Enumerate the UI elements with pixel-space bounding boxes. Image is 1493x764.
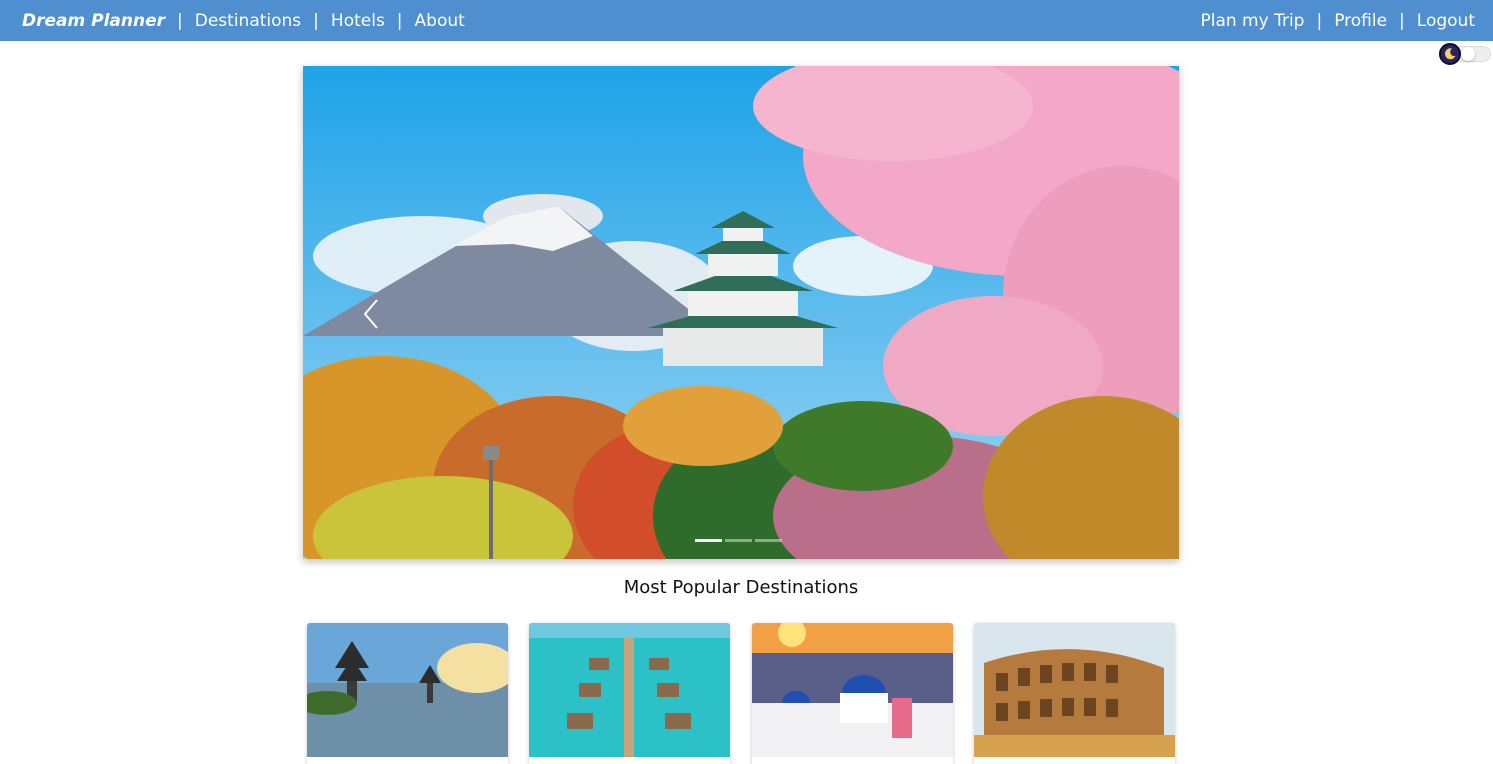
toggle-knob [1461, 47, 1475, 61]
destination-card-rome[interactable] [974, 623, 1175, 764]
colosseum-image [974, 623, 1175, 757]
santorini-image [752, 623, 953, 757]
nav-link-profile[interactable]: Profile [1334, 11, 1387, 31]
dark-mode-toggle[interactable] [1439, 43, 1491, 65]
bali-temple-image [307, 623, 508, 757]
nav-separator: | [1399, 10, 1405, 31]
carousel-indicator-3[interactable] [755, 539, 782, 542]
destination-card-santorini[interactable] [752, 623, 953, 764]
nav-separator: | [396, 10, 403, 31]
popular-destinations-title: Most Popular Destinations [623, 577, 859, 598]
carousel-indicators [695, 539, 785, 542]
japan-castle-slide-image [303, 66, 1179, 559]
destination-card-maldives[interactable] [529, 623, 730, 764]
carousel-indicator-1[interactable] [695, 539, 722, 542]
brand-logo-link[interactable]: Dream Planner [22, 11, 165, 31]
hero-carousel [303, 66, 1179, 559]
nav-link-hotels[interactable]: Hotels [331, 11, 385, 31]
moon-icon [1439, 43, 1461, 65]
nav-separator: | [177, 10, 183, 31]
carousel-prev-chevron-left-icon[interactable] [359, 294, 383, 334]
nav-link-plan-my-trip[interactable]: Plan my Trip [1200, 11, 1304, 31]
nav-link-about[interactable]: About [415, 11, 465, 31]
nav-link-destinations[interactable]: Destinations [195, 11, 301, 31]
carousel-indicator-2[interactable] [725, 539, 752, 542]
nav-left: Dream Planner | Destinations | Hotels | … [22, 11, 465, 31]
nav-separator: | [1316, 10, 1323, 31]
navbar: Dream Planner | Destinations | Hotels | … [0, 0, 1493, 41]
nav-separator: | [313, 10, 319, 31]
destination-card-bali[interactable] [307, 623, 508, 764]
nav-right: Plan my Trip | Profile | Logout [1200, 11, 1475, 31]
nav-link-logout[interactable]: Logout [1417, 11, 1475, 31]
overwater-bungalows-image [529, 623, 730, 757]
